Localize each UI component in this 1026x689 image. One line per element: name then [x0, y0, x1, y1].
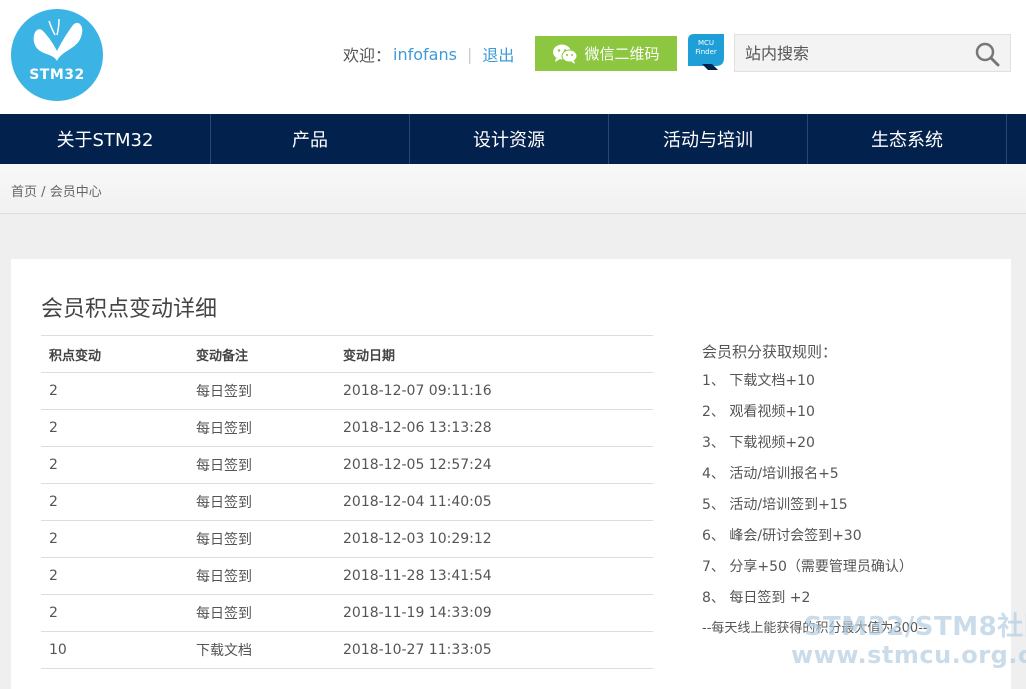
breadcrumb-bar: 首页 / 会员中心	[0, 164, 1026, 214]
column-header-date: 变动日期	[335, 335, 653, 373]
cell-points: 2	[41, 409, 188, 447]
nav-item-design-resources[interactable]: 设计资源	[410, 114, 609, 164]
cell-date: 2018-12-03 10:29:12	[335, 520, 653, 558]
site-watermark: STM32/STM8社区 www.stmcu.org.cn	[791, 613, 1026, 669]
rule-item: 1、 下载文档+10	[702, 373, 815, 389]
table-row: 2 每日签到 2018-12-06 13:13:28	[41, 409, 653, 447]
column-header-points-change: 积点变动	[41, 335, 188, 373]
mcu-badge-line1: MCU	[698, 39, 714, 47]
nav-item-about[interactable]: 关于STM32	[0, 114, 211, 164]
cell-points: 10	[41, 631, 188, 669]
cell-points: 2	[41, 372, 188, 410]
rule-item: 5、 活动/培训签到+15	[702, 497, 848, 513]
table-row: 2 每日签到 2018-12-05 12:57:24	[41, 446, 653, 484]
cell-note: 每日签到	[188, 409, 335, 447]
site-search	[734, 34, 1011, 72]
table-row: 10 下载文档 2018-10-27 11:33:05	[41, 631, 653, 669]
cell-date: 2018-12-07 09:11:16	[335, 372, 653, 410]
table-header-row: 积点变动 变动备注 变动日期	[41, 335, 653, 373]
cell-date: 2018-12-06 13:13:28	[335, 409, 653, 447]
cell-note: 每日签到	[188, 446, 335, 484]
butterfly-icon	[33, 18, 83, 61]
nav-item-products[interactable]: 产品	[211, 114, 410, 164]
table-row: 2 每日签到 2018-12-03 10:29:12	[41, 520, 653, 558]
page-title: 会员积点变动详细	[41, 297, 218, 322]
cell-date: 2018-11-28 13:41:54	[335, 557, 653, 595]
rule-item: 2、 观看视频+10	[702, 404, 815, 420]
rule-item: 4、 活动/培训报名+5	[702, 466, 839, 482]
wechat-button-label: 微信二维码	[584, 45, 660, 63]
cell-note: 每日签到	[188, 594, 335, 632]
cell-date: 2018-12-04 11:40:05	[335, 483, 653, 521]
username-link[interactable]: infofans	[393, 45, 457, 64]
cell-note: 每日签到	[188, 557, 335, 595]
mcu-finder-badge[interactable]: MCU Finder	[688, 34, 724, 70]
rule-item: 7、 分享+50（需要管理员确认）	[702, 559, 913, 575]
breadcrumb-separator: /	[41, 185, 46, 200]
wechat-icon	[553, 44, 578, 64]
points-rules: 会员积分获取规则： 1、 下载文档+10 2、 观看视频+10 3、 下载视频+…	[702, 341, 928, 651]
cell-note: 每日签到	[188, 520, 335, 558]
nav-item-ecosystem[interactable]: 生态系统	[808, 114, 1007, 164]
watermark-line2: www.stmcu.org.cn	[791, 641, 1026, 669]
search-input[interactable]	[745, 35, 965, 71]
points-table: 积点变动 变动备注 变动日期 2 每日签到 2018-12-07 09:11:1…	[41, 335, 653, 669]
cell-note: 下载文档	[188, 631, 335, 669]
table-row: 2 每日签到 2018-12-07 09:11:16	[41, 372, 653, 410]
rule-item: 3、 下载视频+20	[702, 435, 815, 451]
table-row: 2 每日签到 2018-11-28 13:41:54	[41, 557, 653, 595]
cell-note: 每日签到	[188, 372, 335, 410]
breadcrumb: 首页 / 会员中心	[11, 181, 102, 200]
header-separator: |	[466, 44, 473, 64]
mcu-badge-line2: Finder	[695, 48, 717, 56]
welcome-label: 欢迎：	[343, 46, 392, 65]
cell-date: 2018-12-05 12:57:24	[335, 446, 653, 484]
mcu-finder-icon: MCU Finder	[688, 34, 724, 70]
table-row: 2 每日签到 2018-11-19 14:33:09	[41, 594, 653, 632]
stm32-logo[interactable]: STM32	[11, 9, 103, 101]
column-header-note: 变动备注	[188, 335, 335, 373]
main-nav: 关于STM32 产品 设计资源 活动与培训 生态系统	[0, 114, 1026, 164]
cell-note: 每日签到	[188, 483, 335, 521]
breadcrumb-home[interactable]: 首页	[11, 185, 37, 200]
cell-date: 2018-11-19 14:33:09	[335, 594, 653, 632]
watermark-line1: STM32/STM8社区	[803, 612, 1026, 642]
cell-points: 2	[41, 483, 188, 521]
table-row: 2 每日签到 2018-12-04 11:40:05	[41, 483, 653, 521]
nav-item-events-training[interactable]: 活动与培训	[609, 114, 808, 164]
search-icon[interactable]	[974, 41, 1000, 67]
cell-points: 2	[41, 520, 188, 558]
site-header: STM32 欢迎： infofans | 退出 微信二维码 MCU Finder	[0, 0, 1026, 114]
logout-link[interactable]: 退出	[482, 42, 514, 66]
rule-item: 6、 峰会/研讨会签到+30	[702, 528, 862, 544]
rules-title: 会员积分获取规则：	[702, 343, 838, 361]
cell-points: 2	[41, 594, 188, 632]
breadcrumb-current: 会员中心	[49, 185, 102, 200]
wechat-qr-button[interactable]: 微信二维码	[535, 36, 677, 71]
cell-points: 2	[41, 557, 188, 595]
logo-text: STM32	[29, 67, 85, 83]
cell-points: 2	[41, 446, 188, 484]
cell-date: 2018-10-27 11:33:05	[335, 631, 653, 669]
welcome-area: 欢迎： infofans | 退出	[343, 42, 514, 66]
